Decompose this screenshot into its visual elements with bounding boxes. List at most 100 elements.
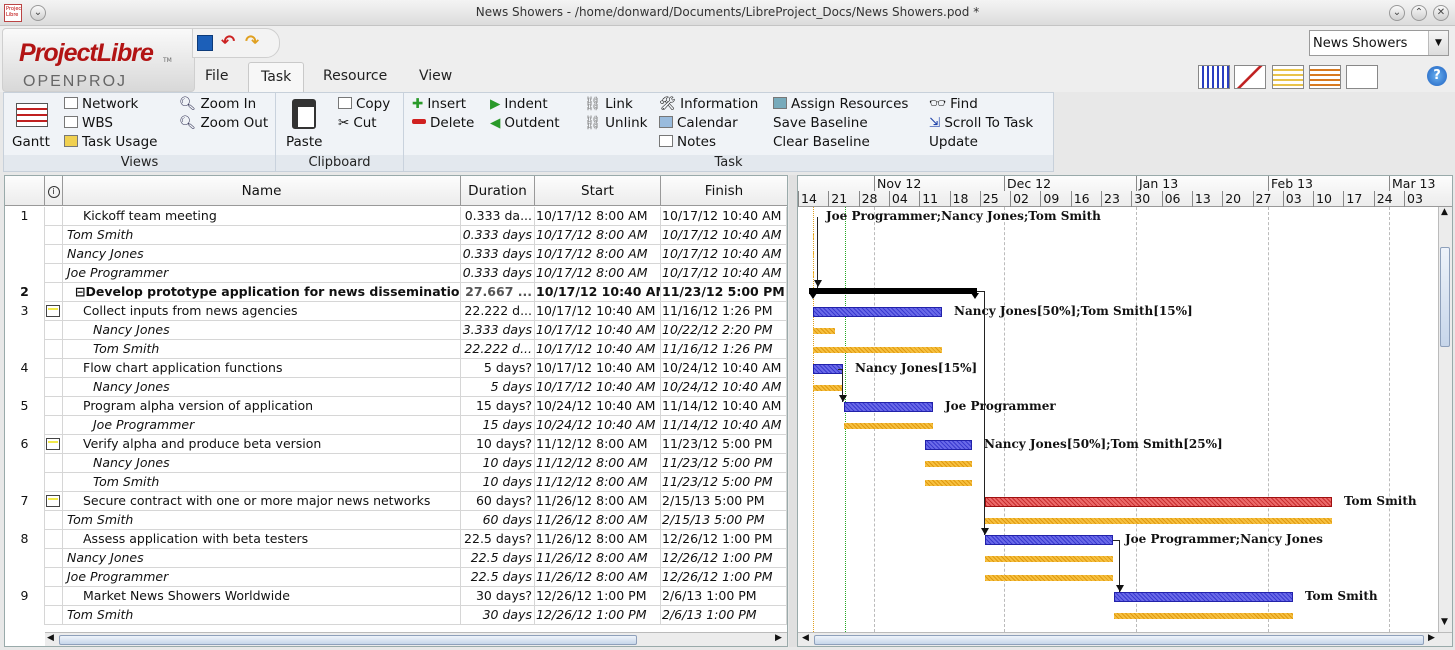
minimize-button[interactable]: ⌄ bbox=[1389, 5, 1405, 21]
finish-cell[interactable]: 11/23/12 5:00 PM bbox=[661, 435, 787, 454]
finish-cell[interactable]: 10/22/12 2:20 PM bbox=[661, 321, 787, 340]
table-row[interactable]: Tom Smith 22.222 d... 10/17/12 10:40 AM 11/… bbox=[5, 340, 787, 359]
start-cell[interactable]: 10/17/12 8:00 AM bbox=[535, 264, 661, 283]
scroll-up-icon[interactable]: ▲ bbox=[1441, 207, 1448, 217]
gantt-scroll-left-icon[interactable]: ◀ bbox=[802, 633, 809, 643]
update-button[interactable]: Update bbox=[929, 134, 978, 150]
start-cell[interactable]: 11/26/12 8:00 AM bbox=[535, 530, 661, 549]
task-name-cell[interactable]: Tom Smith bbox=[63, 606, 461, 625]
outdent-button[interactable]: ◀ Outdent bbox=[490, 115, 560, 131]
resource-assignment-bar[interactable] bbox=[813, 271, 814, 277]
start-cell[interactable]: 10/24/12 10:40 AM bbox=[535, 397, 661, 416]
start-cell[interactable]: 12/26/12 1:00 PM bbox=[535, 587, 661, 606]
task-name-cell[interactable]: Market News Showers Worldwide bbox=[63, 587, 461, 606]
finish-cell[interactable]: 10/17/12 10:40 AM bbox=[661, 207, 787, 226]
task-name-cell[interactable]: Flow chart application functions bbox=[63, 359, 461, 378]
table-row[interactable]: Tom Smith 60 days 11/26/12 8:00 AM 2/15/13 … bbox=[5, 511, 787, 530]
finish-cell[interactable]: 11/14/12 10:40 AM bbox=[661, 397, 787, 416]
finish-cell[interactable]: 10/24/12 10:40 AM bbox=[661, 359, 787, 378]
row-id-cell[interactable] bbox=[5, 226, 45, 245]
task-bar[interactable] bbox=[844, 402, 933, 412]
gantt-horizontal-scrollbar[interactable]: ◀ ▶ bbox=[798, 632, 1452, 646]
duration-cell[interactable]: 22.5 days? bbox=[461, 530, 535, 549]
redo-icon[interactable]: ↷ bbox=[245, 32, 259, 52]
task-bar[interactable] bbox=[813, 307, 942, 317]
cut-button[interactable]: ✂ Cut bbox=[338, 115, 377, 131]
duration-cell[interactable]: 10 days? bbox=[461, 435, 535, 454]
duration-cell[interactable]: 30 days? bbox=[461, 587, 535, 606]
start-cell[interactable]: 11/26/12 8:00 AM bbox=[535, 511, 661, 530]
insert-button[interactable]: ✚ Insert bbox=[412, 96, 466, 112]
task-name-cell[interactable]: Kickoff team meeting bbox=[63, 207, 461, 226]
finish-cell[interactable]: 12/26/12 1:00 PM bbox=[661, 549, 787, 568]
task-usage-button[interactable]: Task Usage bbox=[64, 134, 158, 150]
close-button[interactable]: ✕ bbox=[1433, 5, 1449, 21]
duration-cell[interactable]: 15 days? bbox=[461, 397, 535, 416]
start-cell[interactable]: 11/12/12 8:00 AM bbox=[535, 454, 661, 473]
resource-assignment-bar[interactable] bbox=[985, 518, 1332, 524]
row-id-cell[interactable]: 5 bbox=[5, 397, 45, 416]
tab-view[interactable]: View bbox=[407, 62, 464, 92]
header-start[interactable]: Start bbox=[535, 176, 661, 206]
task-name-cell[interactable]: Secure contract with one or more major n… bbox=[63, 492, 461, 511]
row-id-cell[interactable] bbox=[5, 245, 45, 264]
duration-cell[interactable]: 27.667 ... bbox=[461, 283, 535, 302]
task-name-cell[interactable]: Nancy Jones bbox=[63, 454, 461, 473]
task-name-cell[interactable]: Tom Smith bbox=[63, 340, 461, 359]
finish-cell[interactable]: 11/16/12 1:26 PM bbox=[661, 340, 787, 359]
project-select[interactable]: News Showers ▼ bbox=[1309, 30, 1449, 56]
table-row[interactable]: Tom Smith 0.333 days 10/17/12 8:00 AM 10/17… bbox=[5, 226, 787, 245]
tab-file[interactable]: File bbox=[193, 62, 240, 92]
duration-cell[interactable]: 5 days bbox=[461, 378, 535, 397]
header-finish[interactable]: Finish bbox=[661, 176, 787, 206]
task-bar[interactable] bbox=[985, 535, 1113, 545]
tab-resource[interactable]: Resource bbox=[311, 62, 399, 92]
start-cell[interactable]: 11/26/12 8:00 AM bbox=[535, 549, 661, 568]
row-id-cell[interactable] bbox=[5, 416, 45, 435]
start-cell[interactable]: 10/17/12 10:40 AM bbox=[535, 283, 661, 302]
row-id-cell[interactable] bbox=[5, 549, 45, 568]
start-cell[interactable]: 12/26/12 1:00 PM bbox=[535, 606, 661, 625]
task-name-cell[interactable]: Collect inputs from news agencies bbox=[63, 302, 461, 321]
assign-resources-button[interactable]: Assign Resources bbox=[773, 96, 908, 112]
finish-cell[interactable]: 11/23/12 5:00 PM bbox=[661, 283, 787, 302]
task-name-cell[interactable]: Joe Programmer bbox=[63, 416, 461, 435]
duration-cell[interactable]: 10 days bbox=[461, 473, 535, 492]
finish-cell[interactable]: 11/23/12 5:00 PM bbox=[661, 473, 787, 492]
task-name-cell[interactable]: Tom Smith bbox=[63, 511, 461, 530]
pane-splitter[interactable] bbox=[789, 175, 797, 647]
table-horizontal-scrollbar[interactable]: ◀ ▶ bbox=[45, 632, 787, 646]
task-name-cell[interactable]: Nancy Jones bbox=[63, 245, 461, 264]
row-id-cell[interactable]: 2 bbox=[5, 283, 45, 302]
histogram-view-icon[interactable] bbox=[1198, 65, 1230, 89]
start-cell[interactable]: 10/17/12 8:00 AM bbox=[535, 226, 661, 245]
task-name-cell[interactable]: Nancy Jones bbox=[63, 321, 461, 340]
summary-task-bar[interactable] bbox=[809, 288, 977, 294]
critical-task-bar[interactable] bbox=[985, 497, 1332, 507]
collapse-toggle-icon[interactable]: ⊟ bbox=[75, 284, 85, 299]
calendar-button[interactable]: Calendar bbox=[659, 115, 738, 131]
row-id-cell[interactable]: 1 bbox=[5, 207, 45, 226]
header-duration[interactable]: Duration bbox=[461, 176, 535, 206]
duration-cell[interactable]: 30 days bbox=[461, 606, 535, 625]
duration-cell[interactable]: 0.333 da... bbox=[461, 207, 535, 226]
delete-button[interactable]: Delete bbox=[412, 115, 474, 131]
table-row[interactable]: Tom Smith 10 days 11/12/12 8:00 AM 11/23/12… bbox=[5, 473, 787, 492]
start-cell[interactable]: 11/26/12 8:00 AM bbox=[535, 492, 661, 511]
start-cell[interactable]: 11/12/12 8:00 AM bbox=[535, 473, 661, 492]
duration-cell[interactable]: 22.5 days bbox=[461, 568, 535, 587]
task-name-cell[interactable]: Program alpha version of application bbox=[63, 397, 461, 416]
save-baseline-button[interactable]: Save Baseline bbox=[773, 115, 868, 131]
notes-button[interactable]: Notes bbox=[659, 134, 716, 150]
task-name-cell[interactable]: ⊟Develop prototype application for news … bbox=[63, 283, 461, 302]
start-cell[interactable]: 10/17/12 10:40 AM bbox=[535, 302, 661, 321]
task-name-cell[interactable]: Verify alpha and produce beta version bbox=[63, 435, 461, 454]
scroll-right-icon[interactable]: ▶ bbox=[775, 633, 782, 643]
finish-cell[interactable]: 10/24/12 10:40 AM bbox=[661, 378, 787, 397]
start-cell[interactable]: 10/17/12 10:40 AM bbox=[535, 340, 661, 359]
finish-cell[interactable]: 2/15/13 5:00 PM bbox=[661, 492, 787, 511]
scroll-to-task-button[interactable]: ⇲ Scroll To Task bbox=[929, 115, 1033, 131]
zoom-in-button[interactable]: 🔍︎ Zoom In bbox=[179, 96, 256, 112]
gantt-scroll-right-icon[interactable]: ▶ bbox=[1428, 633, 1435, 643]
task-name-cell[interactable]: Joe Programmer bbox=[63, 264, 461, 283]
